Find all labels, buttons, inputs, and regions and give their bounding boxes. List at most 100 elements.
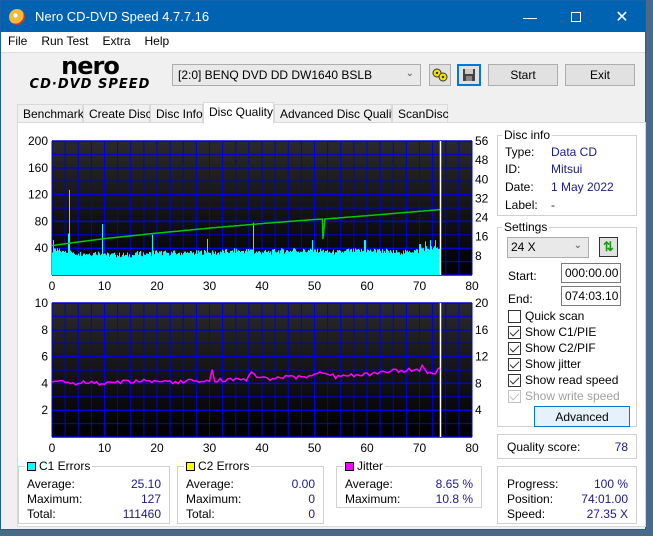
c1-maximum-value: 127: [140, 492, 161, 506]
y-right-tick-label: 48: [475, 153, 489, 167]
y-left-tick-label: 200: [28, 134, 48, 148]
start-time-input[interactable]: 000:00.00: [561, 263, 621, 283]
tab-create-disc[interactable]: Create Disc: [83, 104, 152, 124]
y-right-tick-label: 16: [475, 230, 489, 244]
y-left-tick-label: 2: [41, 403, 48, 417]
x-tick-label: 20: [150, 441, 164, 455]
x-tick-label: 40: [255, 441, 269, 455]
chevron-down-icon: ⌄: [405, 68, 414, 79]
checkmark-icon: [508, 357, 521, 371]
c2-maximum-value: 0: [308, 492, 315, 506]
menu-bar: File Run Test Extra Help: [1, 32, 645, 52]
jitter-group: Jitter Average: 8.65 % Maximum: 10.8 %: [336, 459, 482, 508]
disc-id-value: Mitsui: [551, 162, 583, 176]
c2-jitter-chart: 0 10 20 30 40 50 60 70 80 2 4 6 8 10 4 8 12 16 20: [35, 296, 489, 455]
jitter-average-label: Average:: [345, 477, 393, 491]
c1-maximum-label: Maximum:: [27, 492, 83, 506]
menu-help[interactable]: Help: [138, 32, 177, 48]
tab-disc-quality[interactable]: Disc Quality: [203, 102, 274, 124]
tab-scandisc[interactable]: ScanDisc: [392, 104, 449, 124]
progress-label: Progress:: [507, 477, 559, 491]
c2-total-value: 0: [308, 507, 315, 521]
maximize-button[interactable]: [553, 1, 599, 32]
disc-id-label: ID:: [505, 162, 521, 176]
x-tick-label: 10: [98, 441, 112, 455]
start-button[interactable]: Start: [488, 64, 558, 86]
minimize-button[interactable]: —: [507, 1, 553, 32]
menu-file[interactable]: File: [1, 32, 34, 48]
c1-total-value: 111460: [122, 507, 161, 521]
nero-app-icon: [9, 9, 25, 25]
speed-select[interactable]: 24 X ⌄: [507, 237, 589, 258]
c2-average-label: Average:: [186, 477, 234, 491]
tab-advanced-disc-quality[interactable]: Advanced Disc Quality: [274, 104, 401, 124]
disc-type-label: Type:: [505, 145, 535, 159]
jitter-average-value: 8.65 %: [435, 477, 473, 491]
show-read-speed-checkbox[interactable]: Show read speed: [508, 373, 618, 387]
show-c1-pie-checkbox[interactable]: Show C1/PIE: [508, 325, 596, 339]
menu-run-test[interactable]: Run Test: [34, 32, 95, 48]
minimize-icon: —: [523, 8, 537, 25]
exit-button[interactable]: Exit: [565, 64, 635, 86]
disc-info-group: Disc info Type: Data CD ID: Mitsui Date:…: [497, 128, 637, 216]
c1-errors-title: C1 Errors: [39, 459, 91, 473]
disc-quality-panel: 0 10 20 30 40 50 60 70 80 40 80 120 160 200 8 16 24 32 40 4…: [17, 122, 646, 527]
x-tick-label: 70: [413, 441, 427, 455]
y-right-tick-label: 40: [475, 172, 489, 186]
title-bar: Nero CD-DVD Speed 4.7.7.16 — ✕: [1, 1, 645, 32]
tab-benchmark[interactable]: Benchmark: [17, 104, 84, 124]
progress-group: Progress: 100 % Position: 74:01.00 Speed…: [497, 466, 637, 524]
nero-logo: nero CD·DVD SPEED: [15, 52, 165, 95]
y-right-tick-label: 8: [475, 376, 482, 390]
c1-average-label: Average:: [27, 477, 75, 491]
c1-errors-group: C1 Errors Average: 25.10 Maximum: 127 To…: [18, 459, 170, 524]
quality-score-value: 78: [614, 440, 628, 454]
speed-select-value: 24 X: [511, 240, 536, 254]
y-left-tick-label: 120: [28, 188, 48, 202]
disc-label-value: -: [551, 198, 555, 212]
tab-disc-info[interactable]: Disc Info: [150, 104, 203, 124]
drive-select[interactable]: [2:0] BENQ DVD DD DW1640 BSLB ⌄: [172, 64, 421, 86]
c2-errors-title: C2 Errors: [198, 459, 250, 473]
x-tick-label: 30: [203, 441, 217, 455]
y-right-tick-label: 20: [475, 296, 489, 310]
jitter-maximum-label: Maximum:: [345, 492, 401, 506]
c2-color-swatch: [186, 461, 195, 471]
show-jitter-checkbox[interactable]: Show jitter: [508, 357, 581, 371]
refresh-speed-button[interactable]: ⇅: [599, 237, 618, 257]
y-right-tick-label: 32: [475, 191, 489, 205]
logo-nero-text: nero: [61, 52, 120, 80]
jitter-color-swatch: [345, 461, 354, 471]
y-left-tick-label: 10: [35, 296, 49, 310]
c1-total-label: Total:: [27, 507, 56, 521]
quick-scan-checkbox[interactable]: Quick scan: [508, 309, 584, 323]
c2-maximum-label: Maximum:: [186, 492, 242, 506]
disc-settings-button[interactable]: [429, 64, 451, 86]
menu-extra[interactable]: Extra: [95, 32, 137, 48]
show-c2-pif-checkbox[interactable]: Show C2/PIF: [508, 341, 596, 355]
y-right-tick-label: 16: [475, 323, 489, 337]
y-left-tick-label: 4: [41, 376, 48, 390]
position-label: Position:: [507, 492, 554, 506]
x-tick-label: 60: [360, 441, 374, 455]
y-right-tick-label: 8: [475, 249, 482, 263]
c2-average-value: 0.00: [291, 477, 315, 491]
quality-score-group: Quality score: 78: [497, 434, 637, 459]
checkmark-icon: [508, 341, 521, 355]
speed-value: 27.35 X: [586, 507, 628, 521]
disc-date-value: 1 May 2022: [551, 180, 614, 194]
c1-color-swatch: [27, 461, 36, 471]
advanced-button[interactable]: Advanced: [534, 406, 630, 427]
c2-errors-group: C2 Errors Average: 0.00 Maximum: 0 Total…: [177, 459, 324, 524]
toolbar: nero CD·DVD SPEED [2:0] BENQ DVD DD DW16…: [1, 52, 645, 96]
x-tick-label: 50: [308, 441, 322, 455]
end-time-input[interactable]: 074:03.10: [561, 286, 621, 306]
chevron-down-icon: ⌄: [573, 240, 582, 251]
save-button[interactable]: [457, 64, 481, 86]
y-right-tick-label: 4: [475, 403, 482, 417]
close-button[interactable]: ✕: [599, 1, 645, 32]
start-time-label: Start:: [508, 269, 537, 283]
checkmark-icon: [508, 325, 521, 339]
progress-value: 100 %: [593, 477, 628, 491]
settings-group: Settings 24 X ⌄ ⇅ Start: 000:00.00 End: …: [497, 220, 637, 427]
